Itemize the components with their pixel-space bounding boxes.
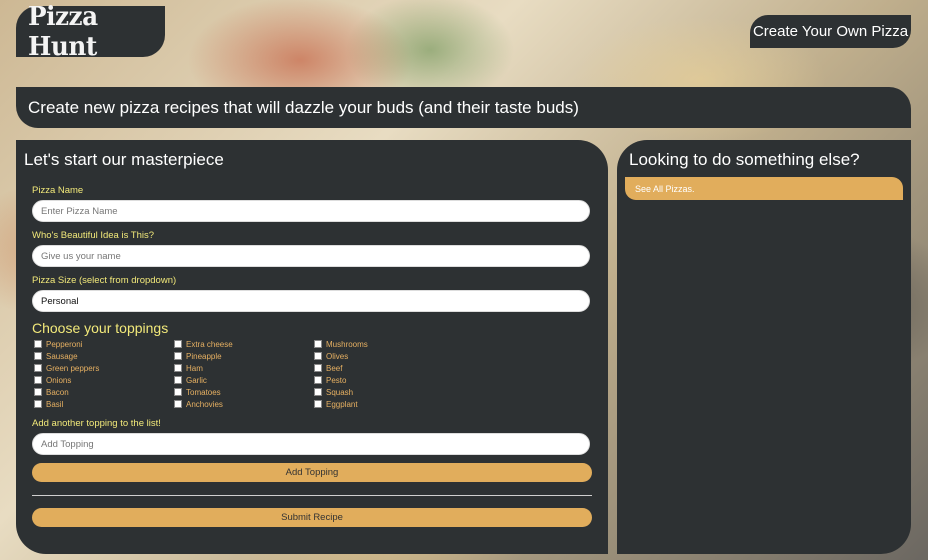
topping-option[interactable]: Onions [34,374,174,386]
topping-checkbox[interactable] [34,352,42,360]
logo[interactable]: Pizza Hunt [16,2,165,62]
topping-label: Pesto [326,375,347,385]
topping-checkbox[interactable] [314,340,322,348]
topping-option[interactable]: Olives [314,350,454,362]
topping-option[interactable]: Pesto [314,374,454,386]
logo-text: Pizza Hunt [28,1,98,62]
topping-option[interactable]: Green peppers [34,362,174,374]
create-pizza-link[interactable]: Create Your Own Pizza [750,15,911,48]
topping-label: Squash [326,387,354,397]
topping-option[interactable]: Pineapple [174,350,314,362]
toppings-title: Choose your toppings [32,320,169,336]
topping-label: Basil [46,399,64,409]
topping-checkbox[interactable] [174,376,182,384]
topping-label: Pepperoni [46,339,83,349]
pizza-form-panel: Let's start our masterpiece Pizza Name E… [16,140,608,554]
topping-label: Pineapple [186,351,222,361]
see-all-pizzas-label: See All Pizzas. [635,183,695,194]
author-placeholder: Give us your name [41,250,121,262]
create-pizza-link-label: Create Your Own Pizza [752,23,909,40]
topping-option[interactable]: Anchovies [174,398,314,410]
topping-label: Ham [186,363,203,373]
topping-checkbox[interactable] [174,364,182,372]
topping-option[interactable]: Squash [314,386,454,398]
topping-label: Extra cheese [186,339,233,349]
topping-label: Tomatoes [186,387,221,397]
topping-option[interactable]: Beef [314,362,454,374]
topping-label: Bacon [46,387,69,397]
topping-checkbox[interactable] [314,388,322,396]
add-topping-placeholder: Add Topping [41,438,94,450]
topping-checkbox[interactable] [34,340,42,348]
topping-option[interactable]: Extra cheese [174,338,314,350]
topping-checkbox[interactable] [314,400,322,408]
topping-option[interactable]: Tomatoes [174,386,314,398]
tagline-text: Create new pizza recipes that will dazzl… [28,97,579,117]
topping-option[interactable]: Garlic [174,374,314,386]
topping-label: Olives [326,351,349,361]
topping-label: Sausage [46,351,78,361]
tagline-banner: Create new pizza recipes that will dazzl… [16,87,911,128]
pizza-size-label: Pizza Size (select from dropdown) [32,275,177,286]
pizza-size-select[interactable]: Personal [32,290,590,312]
sidebar-title: Looking to do something else? [629,150,860,169]
topping-option[interactable]: Eggplant [314,398,454,410]
topping-label: Onions [46,375,72,385]
topping-checkbox[interactable] [34,388,42,396]
topping-label: Mushrooms [326,339,368,349]
topping-checkbox[interactable] [314,364,322,372]
topping-checkbox[interactable] [174,340,182,348]
topping-checkbox[interactable] [34,400,42,408]
topping-label: Garlic [186,375,207,385]
submit-recipe-button[interactable]: Submit Recipe [32,508,592,527]
form-title: Let's start our masterpiece [24,150,224,169]
topping-label: Beef [326,363,343,373]
add-topping-label: Add another topping to the list! [32,418,161,429]
pizza-name-label: Pizza Name [32,185,84,196]
topping-option[interactable]: Basil [34,398,174,410]
topping-option[interactable]: Bacon [34,386,174,398]
pizza-name-placeholder: Enter Pizza Name [41,205,118,217]
add-topping-input[interactable]: Add Topping [32,433,590,455]
sidebar-panel: Looking to do something else? See All Pi… [617,140,911,554]
pizza-size-value: Personal [41,295,79,307]
topping-option[interactable]: Pepperoni [34,338,174,350]
author-input[interactable]: Give us your name [32,245,590,267]
see-all-pizzas-link[interactable]: See All Pizzas. [625,177,903,200]
topping-checkbox[interactable] [314,376,322,384]
add-topping-button[interactable]: Add Topping [32,463,592,482]
topping-checkbox[interactable] [34,364,42,372]
topping-checkbox[interactable] [174,388,182,396]
topping-checkbox[interactable] [314,352,322,360]
topping-label: Eggplant [326,399,358,409]
topping-label: Green peppers [46,363,100,373]
toppings-grid: Pepperoni Extra cheese Mushrooms Sausage Pin… [34,338,592,410]
topping-option[interactable]: Sausage [34,350,174,362]
topping-checkbox[interactable] [34,376,42,384]
topping-label: Anchovies [186,399,223,409]
pizza-name-input[interactable]: Enter Pizza Name [32,200,590,222]
form-divider [32,495,592,496]
topping-option[interactable]: Ham [174,362,314,374]
topping-checkbox[interactable] [174,400,182,408]
topping-option[interactable]: Mushrooms [314,338,454,350]
topping-checkbox[interactable] [174,352,182,360]
author-label: Who's Beautiful Idea is This? [32,230,155,241]
